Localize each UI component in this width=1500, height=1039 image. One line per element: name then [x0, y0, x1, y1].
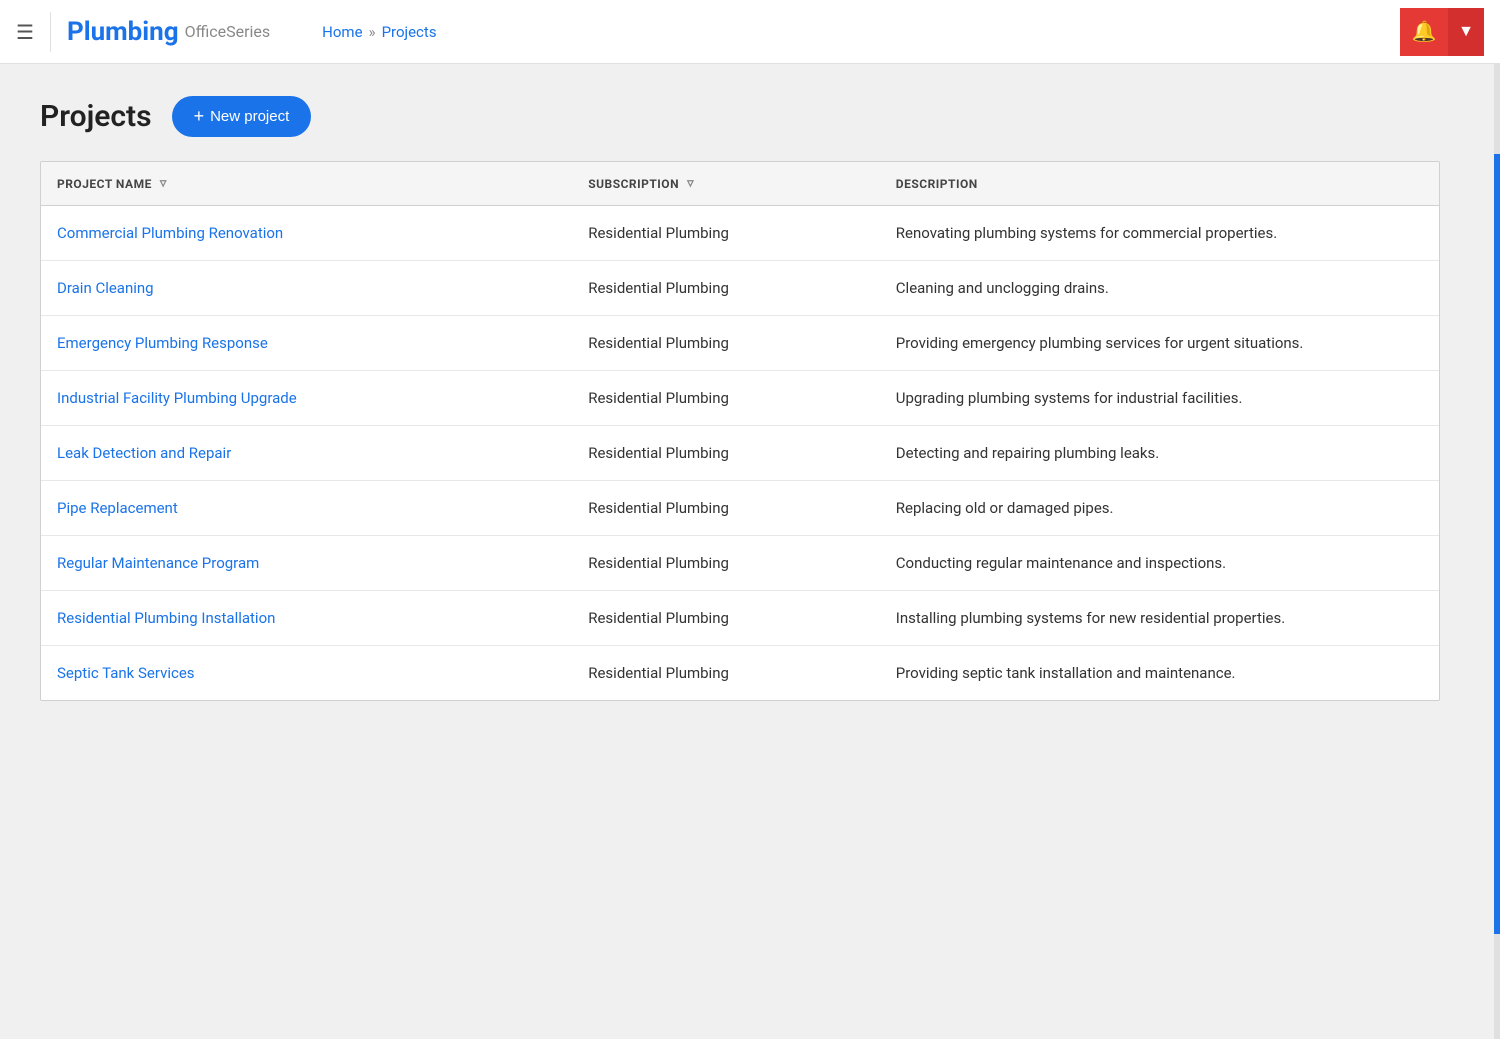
new-project-label: New project: [210, 108, 289, 125]
description-cell: Replacing old or damaged pipes.: [880, 481, 1439, 536]
header-right: 🔔 ▼: [1400, 8, 1484, 56]
bell-icon: 🔔: [1412, 19, 1437, 44]
projects-table-container: PROJECT NAME ▿ SUBSCRIPTION ▿ DESCRIPTIO…: [40, 161, 1440, 701]
description-cell: Detecting and repairing plumbing leaks.: [880, 426, 1439, 481]
project-name-link[interactable]: Residential Plumbing Installation: [57, 609, 275, 627]
breadcrumb-current[interactable]: Projects: [382, 23, 437, 41]
breadcrumb: Home » Projects: [322, 23, 436, 41]
subscription-cell: Residential Plumbing: [572, 481, 880, 536]
table-row: Industrial Facility Plumbing Upgrade Resi…: [41, 371, 1439, 426]
description-cell: Upgrading plumbing systems for industria…: [880, 371, 1439, 426]
description-cell: Providing emergency plumbing services fo…: [880, 316, 1439, 371]
description-cell: Cleaning and unclogging drains.: [880, 261, 1439, 316]
user-dropdown-button[interactable]: ▼: [1448, 8, 1484, 56]
table-row: Emergency Plumbing Response Residential P…: [41, 316, 1439, 371]
description-cell: Conducting regular maintenance and inspe…: [880, 536, 1439, 591]
subscription-cell: Residential Plumbing: [572, 371, 880, 426]
filter-icon-subscription[interactable]: ▿: [687, 176, 694, 191]
table-row: Septic Tank Services Residential Plumbing…: [41, 646, 1439, 701]
subscription-cell: Residential Plumbing: [572, 426, 880, 481]
project-name-link[interactable]: Commercial Plumbing Renovation: [57, 224, 283, 242]
description-cell: Providing septic tank installation and m…: [880, 646, 1439, 701]
table-row: Regular Maintenance Program Residential P…: [41, 536, 1439, 591]
project-name-link[interactable]: Leak Detection and Repair: [57, 444, 231, 462]
table-header-row: PROJECT NAME ▿ SUBSCRIPTION ▿ DESCRIPTIO…: [41, 162, 1439, 206]
subscription-cell: Residential Plumbing: [572, 646, 880, 701]
table-row: Residential Plumbing Installation Residen…: [41, 591, 1439, 646]
new-project-button[interactable]: + New project: [172, 96, 312, 137]
menu-icon[interactable]: ☰: [16, 20, 34, 44]
description-cell: Installing plumbing systems for new resi…: [880, 591, 1439, 646]
project-name-link[interactable]: Regular Maintenance Program: [57, 554, 259, 572]
project-name-link[interactable]: Pipe Replacement: [57, 499, 178, 517]
table-row: Drain Cleaning Residential PlumbingCleani…: [41, 261, 1439, 316]
chevron-down-icon: ▼: [1458, 23, 1474, 41]
header: ☰ Plumbing OfficeSeries Home » Projects …: [0, 0, 1500, 64]
table-row: Pipe Replacement Residential PlumbingRepl…: [41, 481, 1439, 536]
scrollbar-thumb[interactable]: [1494, 154, 1500, 934]
plus-icon: +: [194, 106, 205, 127]
page-header: Projects + New project: [40, 96, 1460, 137]
project-name-link[interactable]: Emergency Plumbing Response: [57, 334, 268, 352]
bell-button[interactable]: 🔔: [1400, 8, 1448, 56]
project-name-link[interactable]: Septic Tank Services: [57, 664, 195, 682]
scrollbar-track: [1494, 64, 1500, 1039]
subscription-cell: Residential Plumbing: [572, 206, 880, 261]
subscription-cell: Residential Plumbing: [572, 261, 880, 316]
table-row: Leak Detection and Repair Residential Plu…: [41, 426, 1439, 481]
project-name-link[interactable]: Drain Cleaning: [57, 279, 154, 297]
description-cell: Renovating plumbing systems for commerci…: [880, 206, 1439, 261]
subscription-cell: Residential Plumbing: [572, 316, 880, 371]
col-header-description: DESCRIPTION: [880, 162, 1439, 206]
logo-divider: [50, 12, 51, 52]
table-row: Commercial Plumbing Renovation Residentia…: [41, 206, 1439, 261]
projects-table: PROJECT NAME ▿ SUBSCRIPTION ▿ DESCRIPTIO…: [41, 162, 1439, 700]
subscription-cell: Residential Plumbing: [572, 591, 880, 646]
subscription-cell: Residential Plumbing: [572, 536, 880, 591]
logo: Plumbing: [67, 17, 179, 47]
main-content: Projects + New project PROJECT NAME ▿: [0, 64, 1500, 733]
project-name-link[interactable]: Industrial Facility Plumbing Upgrade: [57, 389, 297, 407]
logo-sub: OfficeSeries: [185, 22, 271, 41]
filter-icon-name[interactable]: ▿: [160, 176, 167, 191]
breadcrumb-sep: »: [369, 23, 376, 41]
col-header-name: PROJECT NAME ▿: [41, 162, 572, 206]
page-title: Projects: [40, 99, 152, 134]
breadcrumb-home[interactable]: Home: [322, 23, 362, 41]
col-header-subscription: SUBSCRIPTION ▿: [572, 162, 880, 206]
